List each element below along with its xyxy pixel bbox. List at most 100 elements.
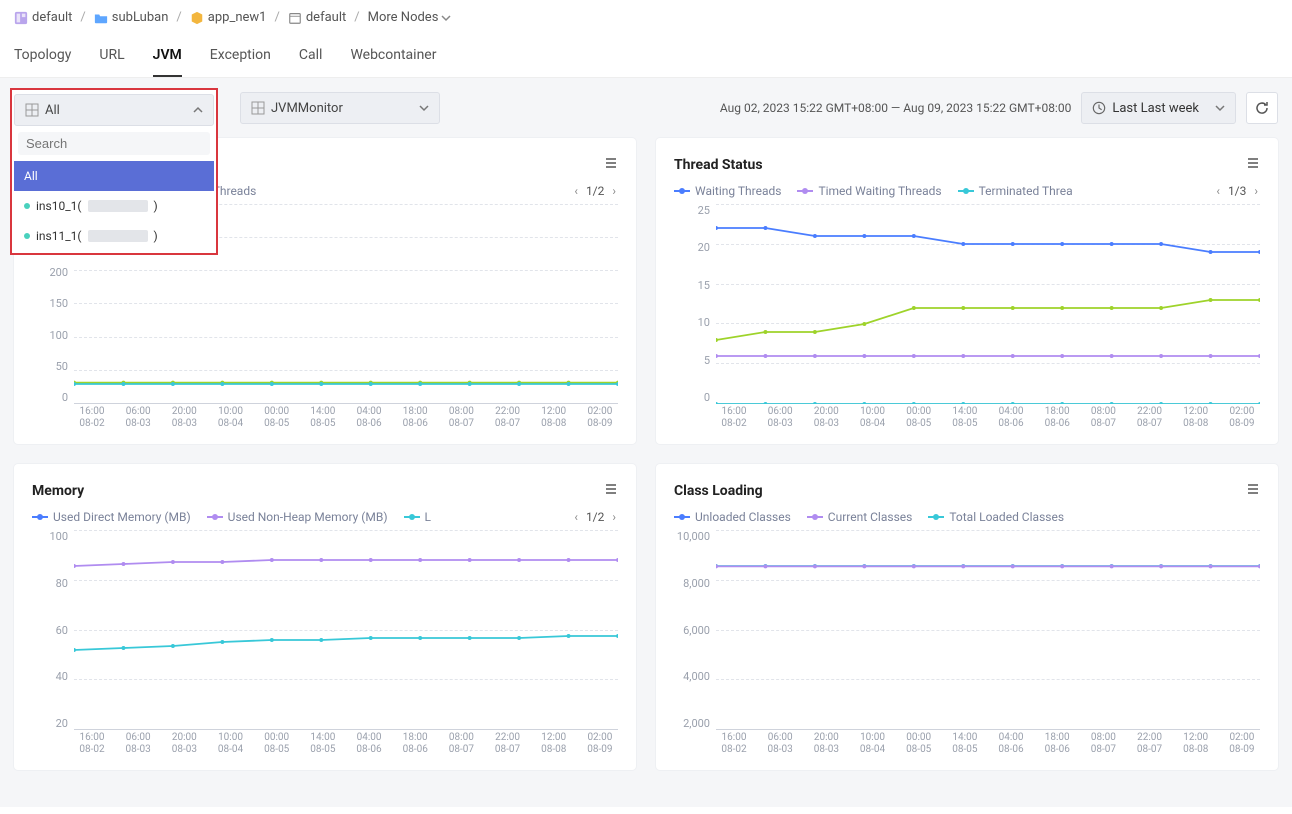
instance-option-tail: )	[154, 229, 158, 243]
instance-option-all[interactable]: All	[14, 161, 214, 191]
tab-jvm[interactable]: JVM	[153, 35, 182, 77]
redacted-text	[88, 200, 148, 212]
tab-url[interactable]: URL	[99, 35, 124, 77]
grid-icon	[251, 101, 265, 115]
chevron-down-icon	[441, 13, 451, 23]
legend-label: Current Classes	[828, 510, 913, 524]
legend-label: Unloaded Classes	[695, 510, 791, 524]
breadcrumb-item-default[interactable]: default	[14, 10, 72, 25]
instance-selector[interactable]: All	[14, 94, 214, 126]
card-menu-button[interactable]	[1246, 156, 1260, 174]
chart-legend: Unloaded Classes Current Classes Total L…	[674, 510, 1260, 524]
more-nodes-label: More Nodes	[368, 10, 439, 25]
card-class-loading: Class Loading Unloaded Classes Current C…	[656, 464, 1278, 770]
redacted-text	[88, 230, 148, 242]
legend-item[interactable]: L	[404, 510, 431, 524]
breadcrumb-sep: /	[354, 10, 359, 25]
x-axis: 16:0008-0206:0008-0320:0008-0310:0008-04…	[716, 732, 1260, 760]
legend-label: Total Loaded Classes	[949, 510, 1064, 524]
legend-label: Timed Waiting Threads	[818, 184, 941, 198]
more-nodes-dropdown[interactable]: More Nodes	[368, 10, 452, 25]
card-menu-button[interactable]	[604, 156, 618, 174]
legend-item[interactable]: Unloaded Classes	[674, 510, 791, 524]
tab-call[interactable]: Call	[299, 35, 323, 77]
card-title: Memory	[32, 483, 84, 499]
chart-area: 10080604020 16:0008-0206:0008-0320:0008-…	[32, 530, 618, 760]
legend-item[interactable]: Current Classes	[807, 510, 913, 524]
tabs: Topology URL JVM Exception Call Webconta…	[0, 35, 1292, 78]
breadcrumb-label: default	[32, 10, 72, 25]
legend-item[interactable]: Used Non-Heap Memory (MB)	[207, 510, 388, 524]
pager-prev-button[interactable]: ‹	[572, 510, 580, 524]
tab-exception[interactable]: Exception	[210, 35, 271, 77]
hamburger-icon	[1246, 482, 1260, 496]
legend-label: L	[425, 510, 431, 524]
breadcrumb-sep: /	[274, 10, 279, 25]
pager-next-button[interactable]: ›	[610, 510, 618, 524]
instance-search-input[interactable]	[26, 136, 202, 151]
card-title: Thread Status	[674, 157, 763, 173]
legend-item[interactable]: Waiting Threads	[674, 184, 781, 198]
chart-legend: Waiting Threads Timed Waiting Threads Te…	[674, 184, 1260, 198]
card-menu-button[interactable]	[1246, 482, 1260, 500]
chart-area: 2520151050 16:0008-0206:0008-0320:0008-0…	[674, 204, 1260, 434]
breadcrumb-sep: /	[80, 10, 85, 25]
refresh-icon	[1254, 100, 1270, 116]
legend-item[interactable]: Terminated Threa	[958, 184, 1073, 198]
chevron-down-icon	[419, 103, 429, 113]
pager-text: 1/3	[1228, 184, 1246, 198]
pager-text: 1/2	[586, 510, 604, 524]
board-icon	[14, 11, 28, 25]
pager-next-button[interactable]: ›	[610, 184, 618, 198]
breadcrumb-item-subluban[interactable]: subLuban	[94, 10, 169, 25]
grid-icon	[25, 103, 39, 117]
legend-label: Terminated Threa	[979, 184, 1073, 198]
card-title: Class Loading	[674, 483, 763, 499]
refresh-button[interactable]	[1246, 92, 1278, 124]
chart-plot	[74, 530, 618, 730]
instance-option-ins11[interactable]: ins11_1( )	[14, 221, 214, 251]
chart-plot	[716, 530, 1260, 730]
tab-webcontainer[interactable]: Webcontainer	[350, 35, 436, 77]
legend-item[interactable]: Timed Waiting Threads	[797, 184, 941, 198]
legend-item[interactable]: Used Direct Memory (MB)	[32, 510, 191, 524]
x-axis: 16:0008-0206:0008-0320:0008-0310:0008-04…	[716, 406, 1260, 434]
breadcrumb-sep: /	[176, 10, 181, 25]
clock-icon	[1092, 101, 1106, 115]
y-axis: 10080604020	[32, 530, 74, 730]
breadcrumb-label: app_new1	[208, 10, 267, 25]
x-axis: 16:0008-0206:0008-0320:0008-0310:0008-04…	[74, 406, 618, 434]
card-menu-button[interactable]	[604, 482, 618, 500]
x-axis: 16:0008-0206:0008-0320:0008-0310:0008-04…	[74, 732, 618, 760]
time-quick-label: Last Last week	[1112, 101, 1199, 116]
breadcrumb-item-default2[interactable]: default	[288, 10, 346, 25]
instance-option-label: All	[24, 169, 38, 183]
calendar-icon	[288, 11, 302, 25]
folder-icon	[94, 11, 108, 25]
chart-plot	[716, 204, 1260, 404]
monitor-selector[interactable]: JVMMonitor	[240, 92, 440, 124]
cube-icon	[190, 11, 204, 25]
chevron-down-icon	[1215, 103, 1225, 113]
tab-topology[interactable]: Topology	[14, 35, 71, 77]
hamburger-icon	[604, 156, 618, 170]
time-quick-selector[interactable]: Last Last week	[1081, 92, 1236, 124]
instance-option-tail: )	[154, 199, 158, 213]
breadcrumb-item-app[interactable]: app_new1	[190, 10, 267, 25]
y-axis: 10,0008,0006,0004,0002,000	[674, 530, 716, 730]
pager-next-button[interactable]: ›	[1252, 184, 1260, 198]
y-axis: 2520151050	[674, 204, 716, 404]
instance-option-ins10[interactable]: ins10_1( )	[14, 191, 214, 221]
legend-item[interactable]: Total Loaded Classes	[928, 510, 1064, 524]
toolbar: All All ins10_1( )	[14, 92, 1278, 124]
card-thread-status-2: Thread Status Waiting Threads Timed Wait…	[656, 138, 1278, 444]
legend-pager: ‹ 1/2 ›	[572, 510, 618, 524]
chart-legend: Used Direct Memory (MB) Used Non-Heap Me…	[32, 510, 618, 524]
monitor-selected: JVMMonitor	[271, 101, 343, 116]
pager-prev-button[interactable]: ‹	[1214, 184, 1222, 198]
hamburger-icon	[1246, 156, 1260, 170]
breadcrumb-label: subLuban	[112, 10, 169, 25]
instance-dropdown-panel: All ins10_1( ) ins11_1( )	[14, 132, 214, 251]
instance-search[interactable]	[18, 132, 210, 155]
pager-prev-button[interactable]: ‹	[572, 184, 580, 198]
